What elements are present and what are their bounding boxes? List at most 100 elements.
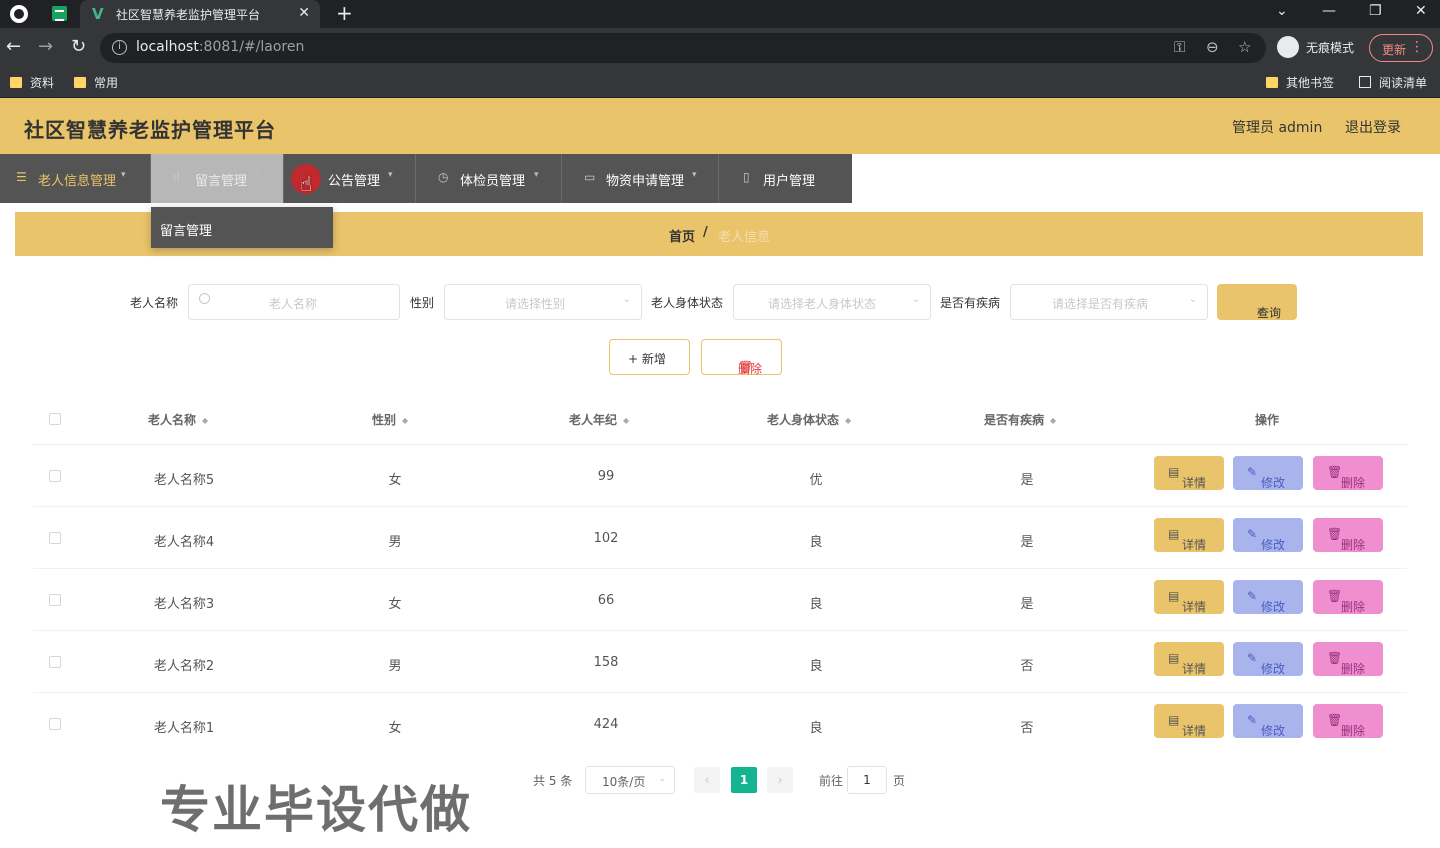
page-size-select[interactable]: 10条/页 ⌄ bbox=[585, 766, 675, 794]
edit-button[interactable]: ✎ 修改 bbox=[1233, 704, 1303, 738]
gender-select[interactable]: 请选择性别 ⌄ bbox=[444, 284, 642, 320]
menu-item-elder-info[interactable]: ☰ 老人信息管理 ▾ bbox=[0, 154, 151, 203]
detail-button[interactable]: ▤ 详情 bbox=[1154, 456, 1224, 490]
prev-page-button[interactable]: ‹ bbox=[694, 767, 720, 793]
new-tab-icon[interactable]: + bbox=[336, 1, 353, 25]
add-label: + 新增 bbox=[628, 352, 666, 366]
detail-button[interactable]: ▤ 详情 bbox=[1154, 518, 1224, 552]
tab-close-icon[interactable]: ✕ bbox=[298, 5, 310, 21]
chart-icon: ıl bbox=[173, 170, 180, 184]
sort-icon: ◆ bbox=[402, 416, 409, 425]
detail-button[interactable]: ▤ 详情 bbox=[1154, 704, 1224, 738]
url-field[interactable]: i localhost:8081/#/laoren ⚿ ⊖ ☆ bbox=[100, 33, 1266, 63]
detail-button[interactable]: ▤ 详情 bbox=[1154, 642, 1224, 676]
edit-button[interactable]: ✎ 修改 bbox=[1233, 642, 1303, 676]
zoom-icon[interactable]: ⊖ bbox=[1206, 38, 1219, 56]
tab-search-icon[interactable]: ⌄ bbox=[1276, 3, 1288, 19]
name-placeholder: 老人名称 bbox=[269, 297, 318, 311]
delete-button[interactable]: 🗑︎ 删除 bbox=[1313, 456, 1383, 490]
table-row: 老人名称3 女 66 良 是 ▤ 详情 ✎ 修改 🗑︎ 删除 bbox=[33, 569, 1407, 631]
key-icon[interactable]: ⚿ bbox=[1174, 38, 1185, 56]
reload-icon[interactable]: ↻ bbox=[71, 37, 86, 57]
cell-status: 良 bbox=[809, 721, 823, 736]
cell-name: 老人名称4 bbox=[153, 535, 215, 550]
other-bookmarks[interactable]: 其他书签 bbox=[1266, 74, 1334, 91]
gender-label: 性别 bbox=[410, 296, 435, 310]
breadcrumb-current: 老人信息 bbox=[718, 230, 771, 245]
row-checkbox[interactable] bbox=[49, 718, 61, 730]
cell-disease: 是 bbox=[1020, 473, 1034, 488]
header-status[interactable]: 老人身体状态 ◆ bbox=[767, 411, 851, 428]
cell-age: 158 bbox=[593, 655, 619, 670]
add-button[interactable]: + 新增 bbox=[609, 339, 690, 375]
delete-button[interactable]: 🗑︎ 删除 bbox=[1313, 518, 1383, 552]
delete-button[interactable]: 🗑︎ 删除 bbox=[1313, 704, 1383, 738]
forward-icon[interactable]: → bbox=[38, 37, 53, 57]
status-select[interactable]: 请选择老人身体状态 ⌄ bbox=[733, 284, 931, 320]
menu-item-users[interactable]: ▯ 用户管理 bbox=[719, 154, 852, 203]
row-checkbox[interactable] bbox=[49, 594, 61, 606]
gender-placeholder: 请选择性别 bbox=[505, 297, 566, 311]
disease-select[interactable]: 请选择是否有疾病 ⌄ bbox=[1010, 284, 1208, 320]
detail-button[interactable]: ▤ 详情 bbox=[1154, 580, 1224, 614]
cell-gender: 男 bbox=[388, 659, 402, 674]
maximize-icon[interactable]: ❐ bbox=[1369, 3, 1382, 19]
header-name[interactable]: 老人名称 ◆ bbox=[148, 411, 208, 428]
name-input[interactable]: 老人名称 bbox=[188, 284, 400, 320]
row-checkbox[interactable] bbox=[49, 656, 61, 668]
header-gender[interactable]: 性别 ◆ bbox=[372, 411, 408, 428]
table-row: 老人名称1 女 424 良 否 ▤ 详情 ✎ 修改 🗑︎ 删除 bbox=[33, 693, 1407, 755]
submenu-messages[interactable]: 留言管理 bbox=[151, 207, 333, 248]
chevron-down-icon: ⌄ bbox=[622, 294, 631, 305]
select-all-checkbox[interactable] bbox=[49, 413, 61, 425]
edit-button[interactable]: ✎ 修改 bbox=[1233, 580, 1303, 614]
minimize-icon[interactable]: — bbox=[1322, 3, 1336, 19]
page-unit-label: 页 bbox=[893, 774, 906, 788]
menu-item-messages[interactable]: ıl 留言管理 ▾ bbox=[151, 154, 284, 203]
row-checkbox[interactable] bbox=[49, 470, 61, 482]
logout-link[interactable]: 退出登录 bbox=[1345, 117, 1401, 137]
goto-page-input[interactable]: 1 bbox=[847, 766, 887, 794]
edit-button[interactable]: ✎ 修改 bbox=[1233, 456, 1303, 490]
next-page-button[interactable]: › bbox=[767, 767, 793, 793]
menu-icon: ☰ bbox=[16, 170, 27, 184]
sheet-tab-icon[interactable] bbox=[52, 6, 67, 21]
header-age[interactable]: 老人年纪 ◆ bbox=[569, 411, 629, 428]
reading-list[interactable]: 阅读清单 bbox=[1359, 74, 1427, 91]
menu-item-supplies[interactable]: ▭ 物资申请管理 ▾ bbox=[562, 154, 719, 203]
cell-age: 102 bbox=[593, 531, 619, 546]
watermark-text: 专业毕设代做 bbox=[160, 781, 472, 839]
header-disease[interactable]: 是否有疾病 ◆ bbox=[984, 411, 1056, 428]
close-window-icon[interactable]: ✕ bbox=[1415, 3, 1427, 19]
bookmark-folder-1[interactable]: 资料 bbox=[10, 74, 54, 91]
menu-item-label: 物资申请管理 bbox=[606, 174, 685, 189]
user-icon: ▯ bbox=[743, 170, 750, 184]
chevron-down-icon: ⌄ bbox=[1188, 294, 1197, 305]
incognito-icon[interactable] bbox=[1277, 36, 1299, 58]
query-button[interactable]: 查询 ⌕ bbox=[1217, 284, 1297, 320]
search-icon bbox=[199, 293, 210, 304]
delete-button[interactable]: 🗑︎ 删除 bbox=[1313, 580, 1383, 614]
chevron-down-icon: ▾ bbox=[692, 170, 697, 180]
bookmark-folder-2[interactable]: 常用 bbox=[74, 74, 118, 91]
row-checkbox[interactable] bbox=[49, 532, 61, 544]
menu-item-examiners[interactable]: ◷ 体检员管理 ▾ bbox=[416, 154, 562, 203]
cell-gender: 女 bbox=[388, 721, 402, 736]
browser-tab-active[interactable]: V 社区智慧养老监护管理平台 ✕ bbox=[80, 0, 320, 28]
delete-button[interactable]: 🗑︎ 删除 bbox=[1313, 642, 1383, 676]
cell-disease: 否 bbox=[1020, 721, 1034, 736]
star-icon[interactable]: ☆ bbox=[1238, 38, 1251, 56]
update-button[interactable]: 更新 ⋮ bbox=[1369, 34, 1433, 62]
edit-button[interactable]: ✎ 修改 bbox=[1233, 518, 1303, 552]
cell-age: 66 bbox=[597, 593, 615, 608]
header-actions: 操作 bbox=[1255, 413, 1280, 427]
cell-name: 老人名称5 bbox=[153, 473, 215, 488]
page-number-current[interactable]: 1 bbox=[731, 767, 757, 793]
sort-icon: ◆ bbox=[202, 416, 209, 425]
back-icon[interactable]: ← bbox=[6, 37, 21, 57]
site-info-icon[interactable]: i bbox=[112, 40, 127, 55]
browser-shield-icon[interactable] bbox=[10, 5, 28, 23]
batch-delete-button[interactable]: 🗑︎ 删除 bbox=[701, 339, 782, 376]
more-icon[interactable]: ⋮ bbox=[1410, 39, 1424, 55]
breadcrumb-home[interactable]: 首页 bbox=[669, 226, 695, 245]
